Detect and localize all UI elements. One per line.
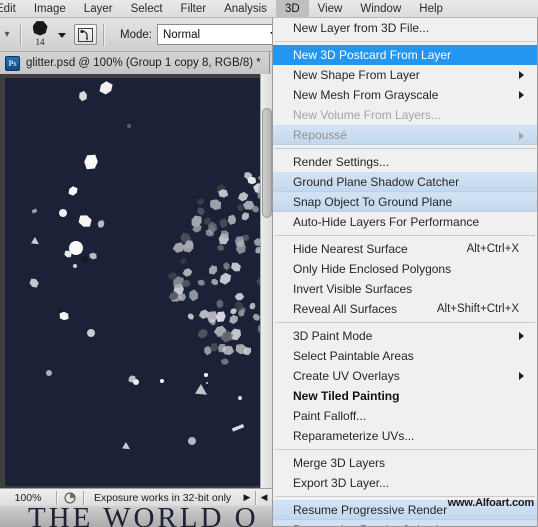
photoshop-document-icon: Ps <box>5 55 20 71</box>
menu-item-label: Snap Object To Ground Plane <box>293 195 453 209</box>
zoom-level[interactable]: 100% <box>0 492 56 504</box>
document-info-icon[interactable] <box>57 492 83 504</box>
menu-item-3d-paint-mode[interactable]: 3D Paint Mode <box>273 326 537 346</box>
menu-item-label: Paint Falloff... <box>293 409 367 423</box>
menu-item-paint-falloff[interactable]: Paint Falloff... <box>273 406 537 426</box>
submenu-arrow-icon <box>519 332 524 340</box>
menu-bar: EditImageLayerSelectFilterAnalysis3DView… <box>0 0 538 18</box>
menu-separator <box>275 41 535 42</box>
brushes-panel-toggle[interactable] <box>74 24 97 45</box>
blend-mode-value: Normal <box>162 28 201 41</box>
menu-item-reveal-all-surfaces[interactable]: Reveal All Surfaces Alt+Shift+Ctrl+X <box>273 299 537 319</box>
menu-separator <box>275 148 535 149</box>
document-tab[interactable]: Ps glitter.psd @ 100% (Group 1 copy 8, R… <box>0 52 270 74</box>
menu-item-render-settings[interactable]: Render Settings... <box>273 152 537 172</box>
menu-item-only-hide-enclosed-polygons[interactable]: Only Hide Enclosed Polygons <box>273 259 537 279</box>
menu-item-new-3d-postcard-from-layer[interactable]: New 3D Postcard From Layer <box>273 45 537 65</box>
status-bar: 100% Exposure works in 32-bit only ▶ ◀ <box>0 488 272 506</box>
menu-item-reparameterize-uvs[interactable]: Reparameterize UVs... <box>273 426 537 446</box>
brush-size-label: 14 <box>35 36 45 47</box>
divider <box>103 23 104 46</box>
brush-preset-picker[interactable]: 14 <box>27 20 53 50</box>
menu-item-new-tiled-painting[interactable]: New Tiled Painting <box>273 386 537 406</box>
menu-item-label: Render Settings... <box>293 155 390 169</box>
menubar-item-analysis[interactable]: Analysis <box>215 0 276 18</box>
menu-separator <box>275 449 535 450</box>
options-bar-overflow-icon[interactable]: ▾ <box>0 29 14 40</box>
menu-item-new-volume-from-layers: New Volume From Layers... <box>273 105 537 125</box>
brushes-panel-icon <box>78 27 93 42</box>
menu-item-label: Only Hide Enclosed Polygons <box>293 262 452 276</box>
menu-item-label: Reparameterize UVs... <box>293 429 415 443</box>
menu-item-ground-plane-shadow-catcher[interactable]: Ground Plane Shadow Catcher <box>273 172 537 192</box>
chevron-down-icon[interactable] <box>58 33 66 38</box>
canvas-area[interactable] <box>0 74 272 488</box>
glitter-artwork <box>29 81 267 450</box>
menu-item-new-layer-from-3d-file[interactable]: New Layer from 3D File... <box>273 18 537 38</box>
menu-item-auto-hide-layers-for-performance[interactable]: Auto-Hide Layers For Performance <box>273 212 537 232</box>
brush-tip-icon <box>32 21 48 36</box>
submenu-arrow-icon <box>519 71 524 79</box>
menu-item-shortcut: Alt+Ctrl+X <box>466 243 519 255</box>
menubar-item-image[interactable]: Image <box>25 0 75 18</box>
menubar-item-window[interactable]: Window <box>351 0 410 18</box>
menu-item-repouss: Repoussé <box>273 125 537 145</box>
blend-mode-select[interactable]: Normal <box>156 24 287 45</box>
submenu-arrow-icon <box>519 372 524 380</box>
menu-item-label: Invert Visible Surfaces <box>293 282 413 296</box>
menu-item-shortcut: Alt+Shift+Ctrl+X <box>436 303 519 315</box>
menubar-item-select[interactable]: Select <box>122 0 172 18</box>
menu-item-label: New Volume From Layers... <box>293 108 442 122</box>
menu-item-select-paintable-areas[interactable]: Select Paintable Areas <box>273 346 537 366</box>
menu-item-label: Create UV Overlays <box>293 369 400 383</box>
menu-item-hide-nearest-surface[interactable]: Hide Nearest Surface Alt+Ctrl+X <box>273 239 537 259</box>
triangle-right-icon[interactable]: ▶ <box>239 492 255 503</box>
menu-item-new-shape-from-layer[interactable]: New Shape From Layer <box>273 65 537 85</box>
menu-item-label: 3D Paint Mode <box>293 329 373 343</box>
menu-item-label: Reveal All Surfaces <box>293 302 398 316</box>
submenu-arrow-icon <box>519 132 524 140</box>
menubar-item-view[interactable]: View <box>309 0 352 18</box>
menu-item-label: Repoussé <box>293 128 348 142</box>
canvas-vertical-scrollbar[interactable] <box>260 74 272 488</box>
menu-item-snap-object-to-ground-plane[interactable]: Snap Object To Ground Plane <box>273 192 537 212</box>
menu-item-label: New Layer from 3D File... <box>293 21 430 35</box>
menu-separator <box>275 322 535 323</box>
menu-separator <box>275 235 535 236</box>
scrollbar-thumb[interactable] <box>262 108 272 218</box>
menu-item-label: New Tiled Painting <box>293 389 400 403</box>
menubar-item-edit[interactable]: Edit <box>0 0 25 18</box>
triangle-left-icon[interactable]: ◀ <box>256 492 272 503</box>
menubar-item-filter[interactable]: Filter <box>172 0 216 18</box>
mode-label: Mode: <box>120 28 152 41</box>
menu-item-label: New Shape From Layer <box>293 68 420 82</box>
status-message: Exposure works in 32-bit only <box>94 491 232 504</box>
menubar-item-help[interactable]: Help <box>410 0 452 18</box>
menu-item-merge-3d-layers[interactable]: Merge 3D Layers <box>273 453 537 473</box>
menubar-item-layer[interactable]: Layer <box>75 0 122 18</box>
menu-item-label: New 3D Postcard From Layer <box>293 48 452 62</box>
menu-item-create-uv-overlays[interactable]: Create UV Overlays <box>273 366 537 386</box>
menu-item-label: Progressive Render Selection <box>293 523 537 526</box>
menu-item-label: Export 3D Layer... <box>293 476 390 490</box>
menu-item-progressive-render-selection[interactable]: Progressive Render Selection <box>273 520 537 526</box>
watermark: www.Alfoart.com <box>447 497 535 509</box>
menu-item-new-mesh-from-grayscale[interactable]: New Mesh From Grayscale <box>273 85 537 105</box>
menu-item-label: Hide Nearest Surface <box>293 242 408 256</box>
menubar-item-3d[interactable]: 3D <box>275 0 309 18</box>
menu-item-invert-visible-surfaces[interactable]: Invert Visible Surfaces <box>273 279 537 299</box>
menu-3d-dropdown: New Layer from 3D File... New 3D Postcard… <box>272 18 538 527</box>
menu-item-label: New Mesh From Grayscale <box>293 88 439 102</box>
submenu-arrow-icon <box>519 91 524 99</box>
menu-item-label: Auto-Hide Layers For Performance <box>293 215 480 229</box>
background-document-text: THE WORLD O <box>28 506 259 527</box>
divider <box>20 23 21 46</box>
menu-item-label: Ground Plane Shadow Catcher <box>293 175 460 189</box>
image-canvas[interactable] <box>5 78 267 486</box>
menu-item-label: Merge 3D Layers <box>293 456 386 470</box>
document-tab-title: glitter.psd @ 100% (Group 1 copy 8, RGB/… <box>26 57 261 69</box>
menu-item-export-3d-layer[interactable]: Export 3D Layer... <box>273 473 537 493</box>
menu-item-label: Select Paintable Areas <box>293 349 414 363</box>
photoshop-window: EditImageLayerSelectFilterAnalysis3DView… <box>0 0 538 527</box>
